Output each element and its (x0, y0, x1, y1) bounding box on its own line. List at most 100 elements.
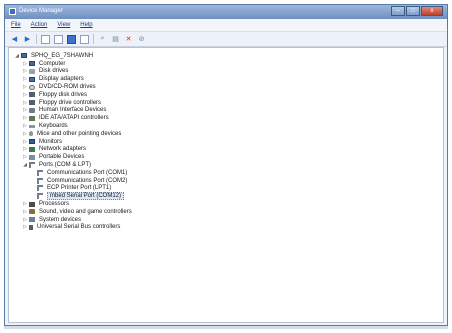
tree-category[interactable]: ▷ Portable Devices (9, 153, 443, 161)
expand-arrow-icon[interactable]: ▷ (21, 107, 29, 113)
minimize-button[interactable]: – (391, 6, 405, 16)
tree-category-label: DVD/CD-ROM drives (39, 84, 96, 91)
floppy-icon (29, 92, 35, 98)
tree-device[interactable]: mbed Serial Port (COM12) (9, 192, 443, 201)
tree-category-label: Floppy disk drives (39, 91, 88, 98)
tree-category-label: Mice and other pointing devices (37, 130, 122, 137)
tree-category[interactable]: ▷ Computer (9, 60, 443, 68)
expand-arrow-icon[interactable]: ▷ (21, 201, 29, 207)
tree-category[interactable]: ▷ Floppy drive controllers (9, 99, 443, 107)
expand-arrow-icon[interactable]: ▷ (21, 84, 29, 90)
expand-arrow-icon[interactable]: ▷ (21, 100, 29, 106)
hid-icon (29, 107, 35, 113)
tree-category[interactable]: ▷ Human Interface Devices (9, 107, 443, 115)
tree-device-label: ECP Printer Port (LPT1) (47, 185, 112, 192)
back-arrow-icon[interactable]: ◀ (10, 35, 19, 44)
device-tree[interactable]: ◢ SPHQ_EG_7SHAWNH ▷ Computer ▷ Disk drives ▷… (8, 47, 444, 323)
expand-arrow-icon[interactable]: ▷ (21, 123, 29, 129)
tree-category[interactable]: ▷ Sound, video and game controllers (9, 208, 443, 216)
uninstall-device-icon[interactable]: ⊘ (137, 35, 146, 44)
maximize-button[interactable]: □ (406, 6, 420, 16)
tree-category-label: Floppy drive controllers (39, 99, 102, 106)
tree-category-label: Monitors (39, 138, 63, 145)
tree-category[interactable]: ◢ Ports (COM & LPT) (9, 161, 443, 169)
scan-hardware-icon[interactable]: ⌕ (98, 35, 107, 44)
window-controls: – □ x (391, 6, 443, 16)
menu-help[interactable]: Help (80, 22, 92, 28)
toolbar-separator-2 (93, 34, 94, 44)
tree-device[interactable]: ECP Printer Port (LPT1) (9, 185, 443, 193)
tree-category[interactable]: ▷ Network adapters (9, 146, 443, 154)
tree-category-label: Human Interface Devices (39, 107, 107, 114)
computer-icon (21, 53, 27, 59)
window-title: Device Manager (19, 8, 63, 14)
tree-category-label: System devices (39, 216, 82, 223)
expand-arrow-icon[interactable]: ▷ (21, 146, 29, 152)
tree-category[interactable]: ▷ Keyboards (9, 122, 443, 130)
tree-category[interactable]: ▷ IDE ATA/ATAPI controllers (9, 114, 443, 122)
tree-category-label: Portable Devices (39, 154, 85, 161)
disk-icon (29, 68, 35, 74)
properties-icon[interactable] (54, 34, 63, 44)
tree-root-label: SPHQ_EG_7SHAWNH (31, 52, 94, 59)
menu-file[interactable]: File (11, 22, 21, 28)
system-icon (29, 217, 35, 223)
console-tree-icon[interactable] (41, 34, 50, 44)
port-icon (29, 162, 35, 169)
expand-arrow-icon[interactable]: ▷ (21, 139, 29, 145)
expand-arrow-icon[interactable]: ▷ (21, 61, 29, 67)
tree-category[interactable]: ▷ Floppy disk drives (9, 91, 443, 99)
tree-category-label: Disk drives (39, 68, 69, 75)
expand-arrow-icon[interactable]: ▷ (21, 217, 29, 223)
tree-device-label: mbed Serial Port (COM12) (47, 192, 125, 201)
network-icon (29, 146, 35, 152)
tree-category[interactable]: ▷ System devices (9, 216, 443, 224)
tree-device[interactable]: Communications Port (COM2) (9, 177, 443, 185)
expand-arrow-icon[interactable]: ▷ (21, 68, 29, 74)
expand-arrow-icon[interactable]: ▷ (21, 224, 29, 230)
tree-category[interactable]: ▷ Display adapters (9, 75, 443, 83)
mouse-icon (29, 131, 33, 137)
expand-arrow-icon[interactable]: ▷ (21, 154, 29, 160)
toolbar-separator (36, 34, 37, 44)
menu-view[interactable]: View (57, 22, 70, 28)
disable-device-icon[interactable]: ✕ (124, 35, 133, 44)
tree-category-label: Display adapters (39, 76, 84, 83)
tree-category-label: IDE ATA/ATAPI controllers (39, 115, 109, 122)
expand-arrow-icon[interactable]: ▷ (21, 92, 29, 98)
tree-category[interactable]: ▷ Mice and other pointing devices (9, 130, 443, 138)
tree-category[interactable]: ▷ Processors (9, 200, 443, 208)
expand-arrow-icon[interactable]: ▷ (21, 76, 29, 82)
expand-arrow-icon[interactable]: ▷ (21, 131, 29, 137)
expand-arrow-icon[interactable]: ▷ (21, 115, 29, 121)
dvd-icon (29, 84, 35, 90)
update-driver-icon[interactable]: ▤ (111, 35, 120, 44)
port-icon (37, 185, 43, 192)
tree-root[interactable]: ◢ SPHQ_EG_7SHAWNH (9, 52, 443, 60)
tree-category[interactable]: ▷ DVD/CD-ROM drives (9, 83, 443, 91)
portable-icon (29, 154, 35, 160)
tree-category-label: Processors (39, 201, 70, 208)
close-button[interactable]: x (421, 6, 443, 16)
tree-device-label: Communications Port (COM2) (47, 177, 128, 184)
tree-category-label: Universal Serial Bus controllers (37, 224, 121, 231)
status-bar (4, 326, 448, 329)
tree-device[interactable]: Communications Port (COM1) (9, 169, 443, 177)
collapse-arrow-icon[interactable]: ◢ (13, 53, 21, 59)
port-icon (37, 169, 43, 176)
title-bar[interactable]: Device Manager – □ x (5, 5, 447, 19)
view-icon[interactable] (80, 34, 89, 44)
tree-category[interactable]: ▷ Universal Serial Bus controllers (9, 224, 443, 232)
usb-icon (29, 224, 33, 230)
monitor-icon (29, 139, 35, 145)
menu-action[interactable]: Action (31, 22, 48, 28)
help-icon[interactable] (67, 34, 76, 44)
collapse-arrow-icon[interactable]: ◢ (21, 162, 29, 168)
expand-arrow-icon[interactable]: ▷ (21, 209, 29, 215)
processor-icon (29, 201, 35, 207)
device-manager-window: Device Manager – □ x File Action View He… (4, 4, 448, 326)
forward-arrow-icon[interactable]: ▶ (23, 35, 32, 44)
tree-category[interactable]: ▷ Disk drives (9, 68, 443, 76)
tree-category[interactable]: ▷ Monitors (9, 138, 443, 146)
toolbar: ◀ ▶ ⌕ ▤ ✕ ⊘ (5, 32, 447, 47)
